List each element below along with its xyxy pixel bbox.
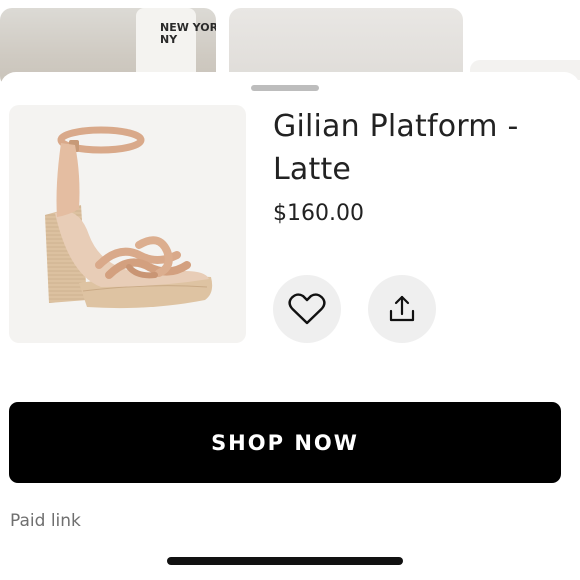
share-button[interactable]: [368, 275, 436, 343]
home-indicator[interactable]: [167, 557, 403, 565]
product-sheet: Gilian Platform - Latte $160.00 SHOP NOW…: [0, 72, 580, 580]
product-title: Gilian Platform - Latte: [273, 109, 519, 187]
shop-now-button[interactable]: SHOP NOW: [9, 402, 561, 483]
tee-graphic-text: NEW YOR NY: [160, 21, 216, 46]
favorite-button[interactable]: [273, 275, 341, 343]
product-price: $160.00: [273, 201, 364, 226]
product-image[interactable]: [9, 105, 246, 343]
sheet-grabber[interactable]: [251, 85, 319, 91]
heart-icon: [288, 293, 326, 325]
share-icon: [389, 295, 415, 322]
sandal-product-image: [45, 126, 213, 309]
paid-link-disclosure: Paid link: [10, 511, 81, 531]
